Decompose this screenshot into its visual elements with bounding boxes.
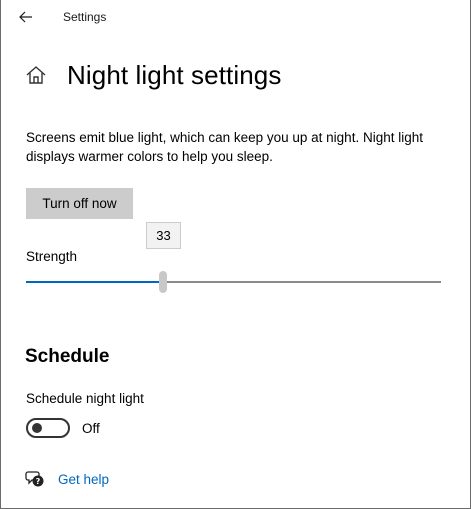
settings-window: Settings Night light settings Screens em… bbox=[0, 0, 471, 509]
title-bar: Settings bbox=[1, 0, 470, 34]
strength-label: Strength bbox=[26, 249, 78, 264]
help-chat-icon: ? bbox=[25, 470, 45, 488]
get-help-row[interactable]: ? Get help bbox=[25, 470, 109, 488]
turn-off-now-button[interactable]: Turn off now bbox=[26, 188, 133, 219]
schedule-night-light-toggle[interactable] bbox=[26, 418, 70, 438]
slider-fill bbox=[26, 281, 163, 283]
home-icon[interactable] bbox=[25, 64, 47, 86]
slider-thumb[interactable] bbox=[159, 271, 167, 293]
toggle-knob bbox=[32, 423, 42, 433]
page-title: Night light settings bbox=[67, 59, 282, 90]
schedule-section-title: Schedule bbox=[25, 346, 110, 367]
toggle-state-label: Off bbox=[82, 421, 100, 436]
strength-slider[interactable] bbox=[26, 270, 441, 294]
schedule-night-light-label: Schedule night light bbox=[26, 391, 144, 406]
window-title: Settings bbox=[63, 10, 107, 24]
page-header: Night light settings bbox=[25, 58, 281, 92]
strength-value-tooltip: 33 bbox=[146, 222, 181, 249]
get-help-link[interactable]: Get help bbox=[58, 472, 109, 487]
svg-text:?: ? bbox=[36, 477, 41, 486]
back-button[interactable] bbox=[13, 6, 39, 28]
back-arrow-icon bbox=[19, 11, 32, 23]
night-light-description: Screens emit blue light, which can keep … bbox=[26, 130, 423, 164]
